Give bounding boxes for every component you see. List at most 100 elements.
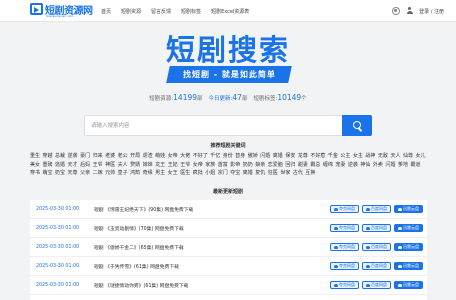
keyword-link[interactable]: 世家	[280, 169, 290, 178]
nav-item-resources[interactable]: 短剧资源	[121, 8, 141, 15]
keyword-link[interactable]: 天人	[390, 152, 400, 161]
keyword-link[interactable]: 男主	[155, 169, 165, 178]
keyword-link[interactable]: 恋爱脑	[268, 161, 283, 170]
keyword-link[interactable]: 保安	[285, 152, 295, 161]
nav-item-feedback[interactable]: 留言反馈	[151, 8, 171, 15]
keyword-link[interactable]: 虐渣	[143, 152, 153, 161]
keyword-link[interactable]: 宠妻	[335, 161, 345, 170]
keyword-link[interactable]: 王爷	[93, 161, 103, 170]
keyword-link[interactable]: 龙尊	[298, 152, 308, 161]
keyword-link[interactable]: 复仇	[255, 169, 265, 178]
keyword-link[interactable]: 赘婿	[130, 161, 140, 170]
nav-item-home[interactable]: 首页	[101, 8, 111, 15]
keyword-link[interactable]: 父亲	[80, 169, 90, 178]
keyword-link[interactable]: 疯批	[193, 169, 203, 178]
keyword-link[interactable]: 天尊	[68, 169, 78, 178]
keyword-link[interactable]: 逃婚	[55, 161, 65, 170]
keyword-link[interactable]: 萌宝	[43, 169, 53, 178]
keyword-link[interactable]: 皇子	[118, 169, 128, 178]
keyword-link[interactable]: 二嫁	[93, 169, 103, 178]
keyword-link[interactable]: 首富	[218, 161, 228, 170]
row-title[interactable]: 短剧 《玉瓷动剧情》(70集) 网盘免费下载	[94, 225, 184, 232]
keyword-link[interactable]: 美女	[30, 161, 40, 170]
keyword-link[interactable]: 元帅	[105, 169, 115, 178]
keyword-link[interactable]: 开局	[130, 152, 140, 161]
table-row[interactable]: 2025-03-30 01:00 短剧 《玉瓷动剧情》(70集) 网盘免费下载 夸克…	[30, 219, 427, 238]
keyword-link[interactable]: 离婚	[273, 152, 283, 161]
nav-item-tags[interactable]: 短剧标签	[181, 8, 201, 15]
quark-download-button[interactable]: 夸克网盘	[330, 224, 359, 232]
keyword-link[interactable]: 逆袭	[68, 152, 78, 161]
keyword-link[interactable]: 穿越	[43, 152, 53, 161]
quark-download-button[interactable]: 夸克网盘	[330, 205, 359, 213]
keyword-link[interactable]: 豪门	[80, 152, 90, 161]
baidu-download-button[interactable]: 百度网盘	[362, 262, 391, 270]
keyword-link[interactable]: 闪婚	[385, 161, 395, 170]
keyword-link[interactable]: 外卖	[373, 161, 383, 170]
xunlei-download-button[interactable]: 迅雷云盘	[394, 224, 423, 232]
keyword-link[interactable]: 女王	[168, 169, 178, 178]
site-logo[interactable]: 短剧资源网 duanjuziyuan.com	[30, 2, 93, 20]
keyword-link[interactable]: 回归	[285, 161, 295, 170]
keyword-link[interactable]: 龙王	[155, 161, 165, 170]
keyword-link[interactable]: 女主	[353, 152, 363, 161]
keyword-link[interactable]: 替身	[235, 152, 245, 161]
keyword-link[interactable]: 公主	[340, 152, 350, 161]
baidu-download-button[interactable]: 百度网盘	[362, 205, 391, 213]
keyword-link[interactable]: 医生	[180, 169, 190, 178]
keyword-link[interactable]: 闪婚	[260, 152, 270, 161]
quark-download-button[interactable]: 夸克网盘	[330, 262, 359, 270]
keyword-link[interactable]: 女帝	[193, 161, 203, 170]
keyword-link[interactable]: 夫人	[118, 161, 128, 170]
keyword-link[interactable]: 傲娇	[248, 152, 258, 161]
keyword-link[interactable]: 小姐	[205, 169, 215, 178]
keyword-link[interactable]: 总裁	[55, 152, 65, 161]
keyword-link[interactable]: 千金	[328, 152, 338, 161]
keyword-link[interactable]: 不好惹	[310, 152, 325, 161]
keyword-link[interactable]: 霸道	[410, 161, 420, 170]
row-title[interactable]: 短剧 《惊雷王妃绝天下》(90集) 网盘免费下载	[94, 206, 193, 213]
login-link[interactable]: 登录 / 注册	[419, 8, 444, 15]
xunlei-download-button[interactable]: 迅雷云盘	[394, 205, 423, 213]
keyword-link[interactable]: 萌娃	[155, 152, 165, 161]
keyword-link[interactable]: 天才	[68, 161, 78, 170]
keyword-link[interactable]: 霸总	[310, 161, 320, 170]
table-row[interactable]: 2025-03-30 01:00 短剧 《惊雷王妃绝天下》(90集) 网盘免费下载…	[30, 200, 427, 219]
keyword-link[interactable]: 互换	[305, 169, 315, 178]
keyword-link[interactable]: 王妃	[168, 161, 178, 170]
keyword-link[interactable]: 王爷	[180, 161, 190, 170]
nav-item-excel[interactable]: 短剧Excel资源表	[211, 8, 249, 15]
keyword-link[interactable]: 仙尊	[403, 152, 413, 161]
keyword-link[interactable]: 重磅	[43, 161, 53, 170]
row-title[interactable]: 短剧 《傲娇千金二》(65集) 网盘免费下载	[94, 244, 184, 251]
user-icon[interactable]	[406, 7, 413, 15]
row-title[interactable]: 短剧 《于凭传雪》(61集) 网盘免费下载	[94, 263, 179, 270]
keyword-link[interactable]: 奇缘	[143, 169, 153, 178]
keyword-link[interactable]: 战神	[365, 152, 375, 161]
keyword-link[interactable]: 狂医	[268, 169, 278, 178]
baidu-download-button[interactable]: 百度网盘	[362, 281, 391, 289]
keyword-link[interactable]: 妹妹	[143, 161, 153, 170]
keyword-link[interactable]: 古代	[293, 169, 303, 178]
gear-icon[interactable]	[392, 7, 401, 15]
table-row[interactable]: 2025-03-30 01:00 短剧 《谜捷情动你旁》(61集) 网盘免费下载 夸…	[30, 276, 427, 295]
keyword-link[interactable]: 老婆	[105, 152, 115, 161]
table-row[interactable]: 2025-03-30 01:00 短剧 《于凭传雪》(61集) 网盘免费下载 夸克网…	[30, 257, 427, 276]
keyword-link[interactable]: 穿书	[30, 169, 40, 178]
keyword-link[interactable]: 宗门	[218, 169, 228, 178]
keyword-link[interactable]: 离婚	[243, 169, 253, 178]
search-input[interactable]	[85, 116, 343, 135]
keyword-link[interactable]: 身份	[223, 152, 233, 161]
keyword-link[interactable]: 女帝	[168, 152, 178, 161]
keyword-link[interactable]: 奶宝	[55, 169, 65, 178]
keyword-link[interactable]: 千亿	[210, 152, 220, 161]
search-button[interactable]	[342, 115, 372, 136]
keyword-link[interactable]: 娘亲	[255, 161, 265, 170]
keyword-link[interactable]: 大佬	[180, 152, 190, 161]
xunlei-download-button[interactable]: 迅雷云盘	[394, 281, 423, 289]
keyword-link[interactable]: 神医	[105, 161, 115, 170]
keyword-link[interactable]: 奶奶	[243, 161, 253, 170]
keyword-link[interactable]: 老公	[118, 152, 128, 161]
keyword-link[interactable]: 归来	[93, 152, 103, 161]
keyword-link[interactable]: 女儿	[415, 152, 425, 161]
